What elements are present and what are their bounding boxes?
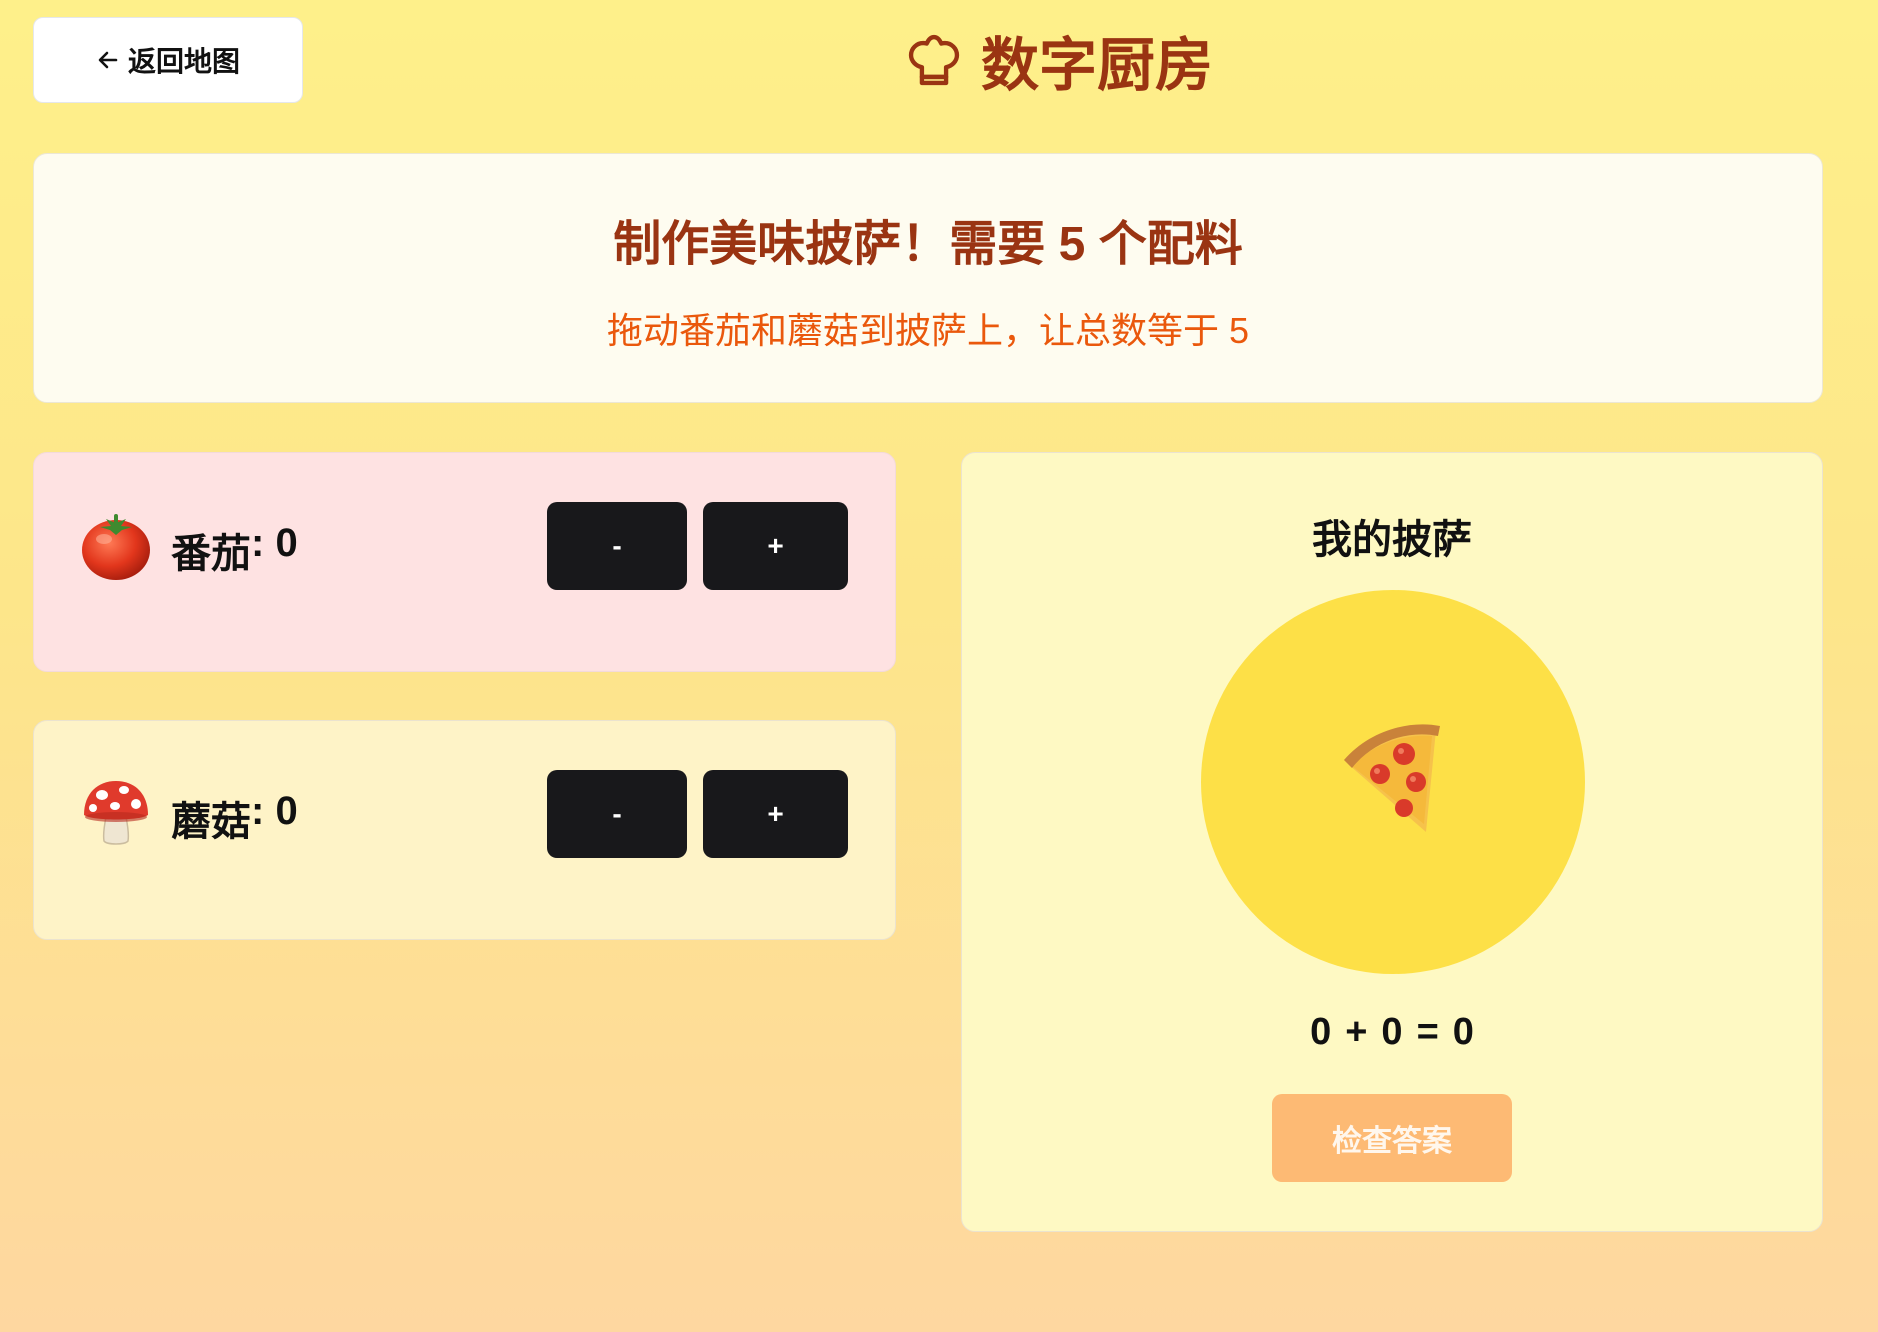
mushroom-plus-button[interactable]: + — [703, 770, 848, 858]
my-pizza-panel: 我的披萨 0 + 0 = 0 检查答案 — [961, 452, 1823, 1232]
tomato-minus-button[interactable]: - — [547, 502, 687, 590]
equation-equals: = — [1416, 1011, 1439, 1053]
tomato-label: 番茄: 0 — [171, 521, 298, 579]
goal-prefix: 制作美味披萨！需要 — [613, 218, 1046, 271]
back-button-label: 返回地图 — [127, 46, 240, 77]
equation-mushroom-count: 0 — [1381, 1011, 1403, 1053]
goal-heading: 制作美味披萨！需要 5 个配料 — [34, 204, 1822, 274]
arrow-left-icon — [96, 48, 120, 72]
mushroom-count: 0 — [275, 789, 298, 833]
mushroom-name: 蘑菇 — [171, 800, 251, 844]
goal-suffix: 个配料 — [1098, 218, 1243, 271]
pizza-icon — [1330, 716, 1460, 846]
tomato-plus-button[interactable]: + — [703, 502, 848, 590]
tomato-count: 0 — [275, 521, 298, 565]
tomato-colon: : — [251, 521, 276, 565]
tomato-card: 番茄: 0 - + — [33, 452, 896, 672]
mushroom-minus-button[interactable]: - — [547, 770, 687, 858]
check-answer-button[interactable]: 检查答案 — [1272, 1094, 1512, 1182]
pizza-drop-zone[interactable] — [1201, 590, 1585, 974]
mushroom-colon: : — [251, 789, 276, 833]
chef-hat-icon — [905, 31, 963, 89]
equation-total: 0 — [1452, 1011, 1474, 1053]
back-to-map-button[interactable]: 返回地图 — [33, 17, 303, 103]
tomato-icon — [80, 509, 152, 581]
title-text: 数字厨房 — [981, 33, 1214, 98]
page-title: 数字厨房 — [905, 20, 1213, 100]
task-panel: 制作美味披萨！需要 5 个配料 拖动番茄和蘑菇到披萨上，让总数等于 5 — [33, 153, 1823, 403]
tomato-name: 番茄 — [171, 532, 251, 576]
goal-hint: 拖动番茄和蘑菇到披萨上，让总数等于 5 — [606, 310, 1250, 351]
equation-plus: + — [1345, 1011, 1368, 1053]
sum-equation: 0 + 0 = 0 — [962, 1011, 1822, 1054]
mushroom-card: 蘑菇: 0 - + — [33, 720, 896, 940]
goal-target-number: 5 — [1058, 218, 1086, 271]
pizza-title: 我的披萨 — [1312, 518, 1472, 562]
mushroom-label: 蘑菇: 0 — [171, 789, 298, 847]
equation-tomato-count: 0 — [1310, 1011, 1332, 1053]
mushroom-icon — [80, 777, 152, 849]
